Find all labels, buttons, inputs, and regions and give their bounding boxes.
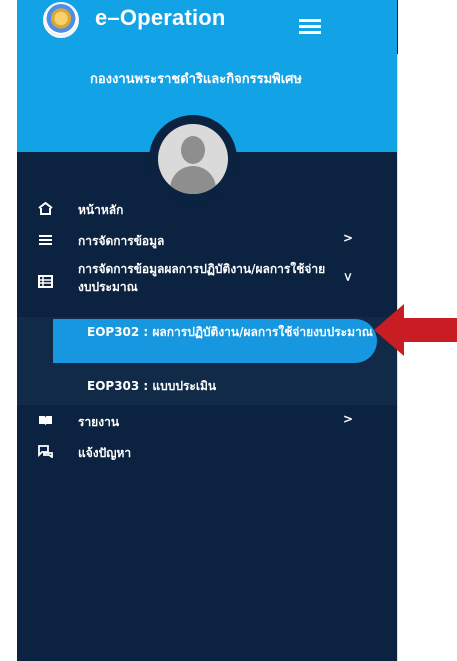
book-icon	[38, 414, 53, 427]
avatar-head-icon	[181, 136, 205, 164]
organization-name: กองงานพระราชดำริและกิจกรรมพิเศษ	[90, 72, 302, 87]
list-icon	[38, 233, 53, 246]
sidebar-item-label: การจัดการข้อมูล	[78, 234, 165, 248]
hamburger-line	[299, 25, 321, 28]
avatar-body-icon	[170, 166, 216, 194]
hamburger-line	[299, 31, 321, 34]
sidebar-navigation: หน้าหลัก การจัดการข้อมูล > การจัดการข้อม…	[17, 193, 397, 467]
table-icon	[38, 275, 53, 288]
submenu-item-label: EOP303 : แบบประเมิน	[87, 379, 217, 393]
chevron-right-icon: >	[343, 412, 354, 426]
red-pointer-arrow-icon	[374, 304, 457, 356]
chevron-right-icon: >	[343, 231, 354, 245]
sidebar: e–Operation กองงานพระราชดำริและกิจกรรมพิ…	[17, 0, 397, 661]
sidebar-item-label: หน้าหลัก	[78, 203, 124, 217]
sidebar-item-report-problem[interactable]: แจ้งปัญหา	[17, 436, 397, 467]
home-icon	[38, 201, 53, 215]
sidebar-item-label: รายงาน	[78, 415, 120, 429]
submenu: EOP302 : ผลการปฏิบัติงาน/ผลการใช้จ่ายงบป…	[17, 317, 397, 405]
sidebar-item-performance-budget[interactable]: การจัดการข้อมูลผลการปฏิบัติงาน/ผลการใช้จ…	[17, 255, 397, 317]
avatar-image	[158, 124, 228, 194]
sidebar-item-label: การจัดการข้อมูลผลการปฏิบัติงาน/ผลการใช้จ…	[78, 262, 326, 294]
organization-logo-icon	[43, 2, 79, 38]
sidebar-item-home[interactable]: หน้าหลัก	[17, 193, 397, 224]
sidebar-item-data-management[interactable]: การจัดการข้อมูล >	[17, 224, 397, 255]
app-title: e–Operation	[95, 5, 226, 30]
message-icon	[38, 445, 53, 459]
submenu-item-eop303[interactable]: EOP303 : แบบประเมิน	[53, 377, 377, 396]
hamburger-line	[299, 19, 321, 22]
sidebar-item-reports[interactable]: รายงาน >	[17, 405, 397, 436]
submenu-item-label: EOP302 : ผลการปฏิบัติงาน/ผลการใช้จ่ายงบป…	[87, 325, 373, 339]
submenu-item-eop302[interactable]: EOP302 : ผลการปฏิบัติงาน/ผลการใช้จ่ายงบป…	[53, 319, 377, 363]
avatar[interactable]	[149, 115, 237, 203]
sidebar-item-label: แจ้งปัญหา	[78, 446, 132, 460]
chevron-down-icon: >	[341, 271, 356, 283]
hamburger-menu-icon[interactable]	[299, 19, 321, 34]
